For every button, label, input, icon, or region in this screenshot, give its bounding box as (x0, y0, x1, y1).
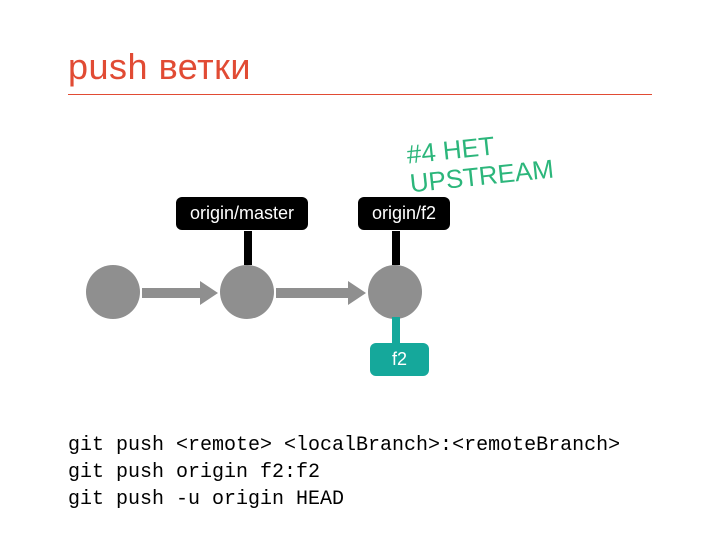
ref-stem (392, 231, 400, 265)
commit-node (86, 265, 140, 319)
slide-title: push ветки (68, 46, 652, 95)
code-line: git push <remote> <localBranch>:<remoteB… (68, 434, 620, 457)
ref-label-origin-f2: origin/f2 (358, 197, 450, 230)
code-block: git push <remote> <localBranch>:<remoteB… (68, 432, 620, 513)
git-diagram: #4 НЕТ UPSTREAM origin/master origin/f2 … (68, 125, 652, 405)
annotation-no-upstream: #4 НЕТ UPSTREAM (405, 126, 555, 198)
slide: push ветки #4 НЕТ UPSTREAM origin/master… (0, 0, 720, 405)
commit-node (220, 265, 274, 319)
ref-stem (244, 231, 252, 265)
commit-arrow (276, 285, 366, 301)
code-line: git push origin f2:f2 (68, 461, 320, 484)
commit-node (368, 265, 422, 319)
ref-label-origin-master: origin/master (176, 197, 308, 230)
commit-arrow (142, 285, 218, 301)
code-line: git push -u origin HEAD (68, 488, 344, 511)
ref-stem (392, 317, 400, 345)
ref-label-f2: f2 (370, 343, 429, 376)
